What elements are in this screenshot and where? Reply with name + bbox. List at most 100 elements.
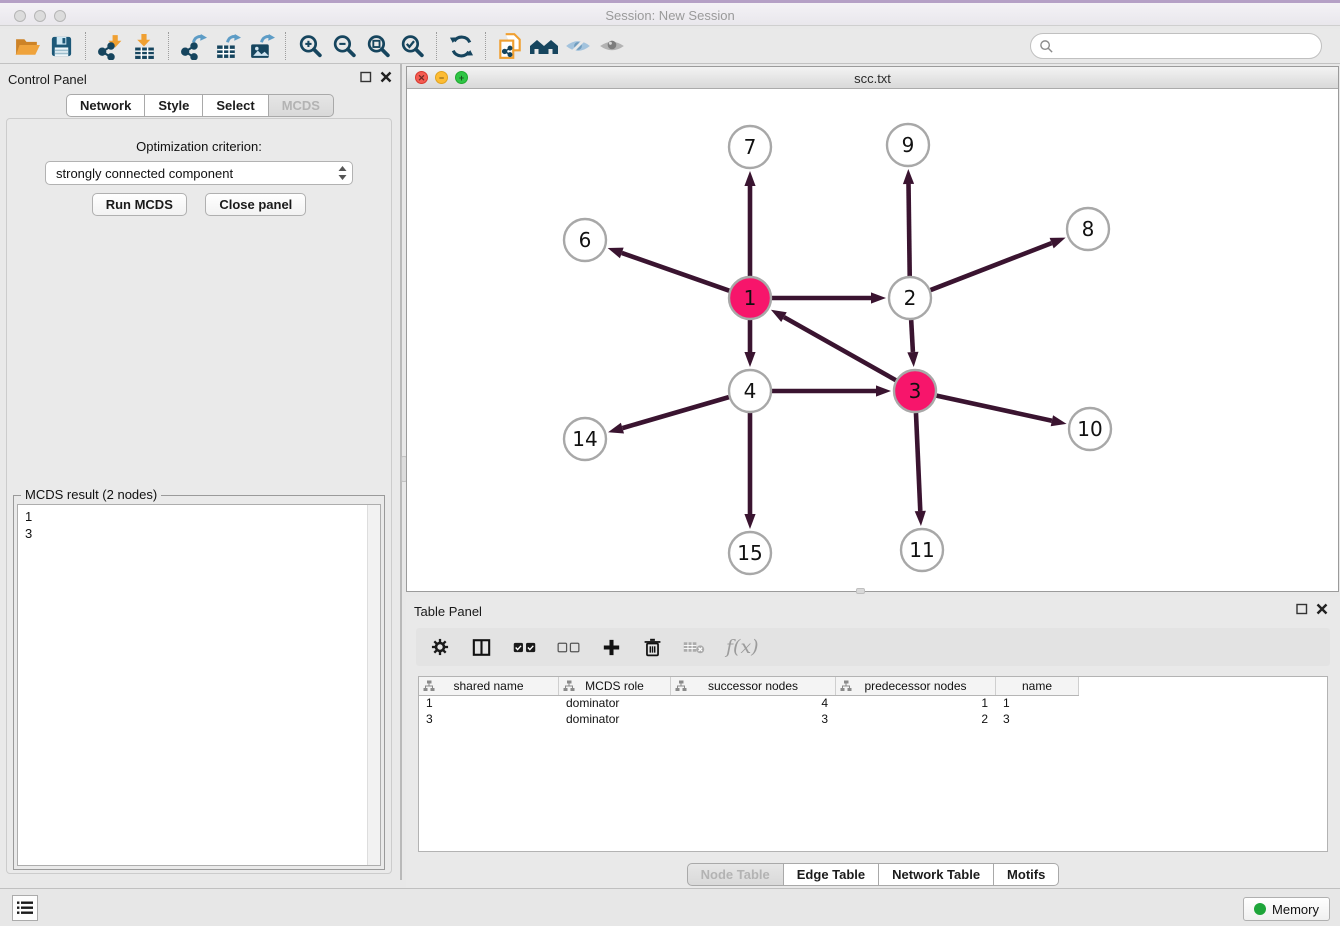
toolbar-separator — [168, 32, 169, 60]
edge-1-6[interactable] — [622, 253, 729, 291]
toolbar-separator — [85, 32, 86, 60]
arrowhead-2-9 — [903, 169, 914, 184]
network-graph[interactable]: 7968124314101511 — [407, 89, 1338, 591]
result-scrollbar[interactable] — [367, 505, 380, 865]
zoom-out-button[interactable] — [327, 31, 361, 61]
network-window-titlebar[interactable]: ✕ − + scc.txt — [407, 67, 1338, 89]
task-history-button[interactable] — [12, 895, 38, 921]
zoom-in-icon — [297, 33, 324, 60]
import-table-button[interactable] — [127, 31, 161, 61]
export-network-icon — [180, 33, 207, 60]
network-window: ✕ − + scc.txt 7968124314101511 — [406, 66, 1339, 592]
table-row[interactable]: 1 dominator 4 1 1 — [419, 696, 1327, 712]
table-tabbar: Node Table Edge Table Network Table Moti… — [687, 863, 1060, 886]
import-table-icon — [131, 33, 158, 60]
open-session-button[interactable] — [10, 31, 44, 61]
zoom-fit-button[interactable] — [361, 31, 395, 61]
column-header-shared-name[interactable]: shared name — [419, 677, 559, 695]
import-network-button[interactable] — [93, 31, 127, 61]
show-all-button[interactable] — [595, 31, 629, 61]
node-table-header: shared name MCDS role successor nodes pr… — [419, 677, 1079, 696]
result-line: 3 — [25, 525, 380, 542]
save-floppy-icon — [49, 34, 74, 59]
horizontal-splitter-handle[interactable] — [856, 588, 865, 594]
column-header-name[interactable]: name — [996, 677, 1079, 695]
tab-node-table[interactable]: Node Table — [687, 863, 784, 886]
node-label-11: 11 — [909, 538, 934, 562]
split-columns-icon[interactable] — [471, 637, 492, 658]
edge-3-11[interactable] — [916, 413, 920, 511]
node-label-6: 6 — [579, 228, 592, 252]
houses-icon — [529, 32, 559, 60]
node-label-7: 7 — [744, 135, 757, 159]
column-header-successor-nodes[interactable]: successor nodes — [671, 677, 836, 695]
duplicate-network-button[interactable] — [493, 31, 527, 61]
home-button[interactable] — [527, 31, 561, 61]
export-image-button[interactable] — [244, 31, 278, 61]
zoom-fit-icon — [365, 33, 392, 60]
close-panel-icon[interactable] — [380, 71, 392, 83]
export-table-button[interactable] — [210, 31, 244, 61]
mcds-result-textarea[interactable]: 1 3 — [17, 504, 381, 866]
hierarchy-icon — [563, 680, 575, 692]
column-header-predecessor-nodes[interactable]: predecessor nodes — [836, 677, 996, 695]
table-panel: Table Panel — [406, 596, 1340, 888]
column-header-mcds-role[interactable]: MCDS role — [559, 677, 671, 695]
node-label-8: 8 — [1082, 217, 1095, 241]
tab-mcds[interactable]: MCDS — [269, 94, 334, 117]
export-network-button[interactable] — [176, 31, 210, 61]
tab-style[interactable]: Style — [145, 94, 203, 117]
node-table[interactable]: shared name MCDS role successor nodes pr… — [418, 676, 1328, 852]
tab-edge-table[interactable]: Edge Table — [784, 863, 879, 886]
list-icon — [17, 901, 33, 915]
tab-network[interactable]: Network — [66, 94, 145, 117]
memory-button[interactable]: Memory — [1243, 897, 1330, 921]
main-toolbar — [0, 29, 1340, 64]
float-panel-icon[interactable] — [360, 71, 372, 83]
refresh-button[interactable] — [444, 31, 478, 61]
arrowhead-4-14 — [608, 423, 624, 434]
edge-4-14[interactable] — [622, 397, 728, 428]
memory-label: Memory — [1272, 902, 1319, 917]
select-all-checkboxes-icon[interactable] — [513, 640, 536, 655]
edge-2-9[interactable] — [909, 184, 910, 276]
tab-select[interactable]: Select — [203, 94, 268, 117]
edge-2-8[interactable] — [931, 243, 1052, 290]
close-panel-icon[interactable] — [1316, 603, 1328, 615]
toolbar-separator — [285, 32, 286, 60]
criterion-selected-value: strongly connected component — [46, 166, 332, 181]
tab-network-table[interactable]: Network Table — [879, 863, 994, 886]
edge-3-10[interactable] — [936, 396, 1051, 421]
hide-selected-button[interactable] — [561, 31, 595, 61]
arrowhead-1-4 — [744, 352, 755, 367]
tab-motifs[interactable]: Motifs — [994, 863, 1059, 886]
search-input[interactable] — [1058, 39, 1321, 54]
node-label-9: 9 — [902, 133, 915, 157]
float-panel-icon[interactable] — [1296, 603, 1308, 615]
arrowhead-3-10 — [1051, 415, 1067, 426]
zoom-out-icon — [331, 33, 358, 60]
criterion-select[interactable]: strongly connected component — [45, 161, 353, 185]
settings-gear-icon[interactable] — [430, 637, 450, 657]
save-session-button[interactable] — [44, 31, 78, 61]
mcds-result-title: MCDS result (2 nodes) — [21, 487, 161, 502]
node-label-1: 1 — [744, 286, 757, 310]
table-row[interactable]: 3 dominator 3 2 3 — [419, 712, 1327, 728]
search-field[interactable] — [1030, 33, 1322, 59]
zoom-selected-icon — [399, 33, 426, 60]
edge-2-3[interactable] — [911, 320, 913, 352]
network-window-title: scc.txt — [407, 71, 1338, 86]
add-column-icon[interactable] — [601, 637, 622, 658]
table-panel-header: Table Panel — [406, 596, 1340, 624]
deselect-checkboxes-icon[interactable] — [557, 640, 580, 655]
search-icon — [1039, 39, 1054, 54]
edge-3-1[interactable] — [784, 317, 896, 380]
arrowhead-4-15 — [744, 514, 755, 529]
zoom-selected-button[interactable] — [395, 31, 429, 61]
toolbar-separator — [485, 32, 486, 60]
close-panel-button[interactable]: Close panel — [205, 193, 306, 216]
delete-column-icon[interactable] — [643, 637, 662, 658]
open-folder-icon — [14, 33, 41, 60]
run-mcds-button[interactable]: Run MCDS — [92, 193, 187, 216]
zoom-in-button[interactable] — [293, 31, 327, 61]
